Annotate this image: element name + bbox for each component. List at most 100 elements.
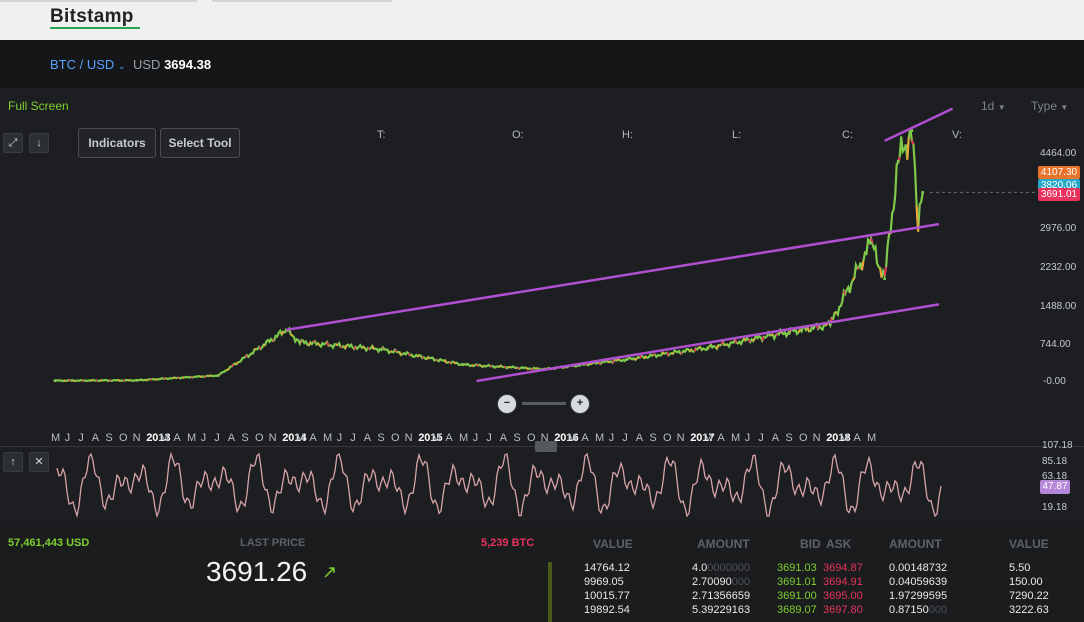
- price-tick: [598, 362, 601, 365]
- time-axis-month: O: [799, 432, 808, 444]
- orderbook-value: 150.00: [1009, 576, 1043, 588]
- price-tick: [480, 364, 484, 368]
- orderbook-value: 3697.80: [823, 604, 863, 616]
- price-tick: [280, 331, 285, 335]
- orderbook-value: 3222.63: [1009, 604, 1049, 616]
- price-tick: [693, 347, 697, 352]
- price-tick: [747, 339, 751, 343]
- time-axis-month: M: [595, 432, 605, 444]
- price-tick: [312, 340, 316, 343]
- orderbook-value: 2.71356659: [692, 590, 751, 602]
- time-axis-month: S: [377, 432, 385, 444]
- price-tick: [362, 345, 366, 349]
- time-axis-month: J: [350, 432, 356, 444]
- orderbook-cell-bid-amount: 5.39229163: [692, 604, 750, 616]
- price-point: [869, 241, 873, 245]
- price-tick: [100, 379, 103, 382]
- orderbook-value: 0.04059639: [889, 576, 948, 588]
- price-point: [53, 379, 57, 383]
- price-point: [135, 378, 139, 382]
- time-axis-month: A: [499, 432, 508, 444]
- price-tick: [417, 354, 420, 358]
- time-axis-month: N: [812, 432, 821, 444]
- price-tick: [498, 364, 502, 368]
- price-tick: [68, 379, 71, 382]
- time-axis-month: J: [744, 432, 751, 444]
- price-point: [921, 190, 925, 194]
- price-point: [787, 330, 791, 334]
- last-price-label: LAST PRICE: [240, 537, 306, 549]
- orderbook-cell-ask: 3694.91: [823, 576, 863, 588]
- price-tick: [307, 341, 312, 346]
- depth-bar: [548, 562, 552, 622]
- price-tick: [842, 290, 847, 295]
- price-tick: [244, 354, 248, 358]
- orderbook-cell-bid: 3689.07: [777, 604, 817, 616]
- price-tick: [734, 339, 738, 344]
- orderbook-value: 1.97299595: [889, 590, 948, 602]
- time-axis-month: O: [663, 432, 672, 444]
- orderbook-cell-ask-amount: 0.87150000: [889, 604, 947, 616]
- price-tick: [471, 364, 475, 367]
- time-axis-month: A: [445, 432, 453, 444]
- price-tick: [118, 379, 121, 382]
- orderbook-header-bid-amount: AMOUNT: [697, 537, 750, 551]
- trend-line[interactable]: [476, 303, 940, 383]
- time-axis-month: M: [431, 432, 441, 444]
- zoom-out-icon[interactable]: −: [497, 394, 517, 414]
- price-tick: [634, 357, 638, 361]
- price-tick: [371, 345, 375, 350]
- time-axis-month: A: [309, 432, 317, 444]
- time-axis-month: J: [214, 432, 220, 444]
- price-tick: [752, 338, 756, 342]
- price-point: [461, 363, 465, 367]
- time-axis-month: A: [717, 432, 725, 444]
- zoom-slider[interactable]: [522, 402, 566, 405]
- time-axis-month: A: [227, 432, 236, 444]
- time-axis-month: A: [635, 432, 644, 444]
- price-tick: [666, 352, 670, 356]
- oscillator-chart[interactable]: [0, 446, 1084, 526]
- time-axis-month: N: [268, 432, 277, 444]
- arrow-up-right-icon: ↗: [322, 562, 338, 582]
- time-axis-month: A: [581, 432, 589, 444]
- time-axis-month: J: [622, 432, 628, 444]
- time-axis-month: J: [472, 432, 479, 444]
- orderbook-cell-ask-value: 7290.22: [1009, 590, 1049, 602]
- trend-line[interactable]: [286, 222, 940, 332]
- orderbook-value: 7290.22: [1009, 590, 1049, 602]
- time-axis-month: O: [119, 432, 128, 444]
- zoom-in-icon[interactable]: +: [570, 394, 590, 414]
- price-tick: [688, 349, 692, 352]
- orderbook-value: 3694.87: [823, 562, 863, 574]
- time-axis-month: N: [132, 432, 141, 444]
- price-tick: [743, 338, 747, 342]
- orderbook-cell-bid-value: 9969.05: [584, 576, 624, 588]
- time-axis-month: A: [853, 432, 861, 444]
- orderbook-header-bid-value: VALUE: [593, 537, 633, 551]
- orderbook-value: 3691.01: [777, 576, 817, 588]
- oscillator-line: [56, 451, 942, 519]
- price-tick: [525, 367, 529, 370]
- price-tick: [317, 342, 321, 346]
- price-tick: [258, 346, 262, 350]
- time-axis-month: S: [105, 432, 113, 444]
- orderbook-cell-bid-amount: 2.70090000: [692, 576, 750, 588]
- price-tick: [335, 343, 338, 346]
- price-tick: [806, 327, 810, 332]
- time-axis-month: J: [78, 432, 84, 444]
- price-point: [624, 358, 628, 362]
- price-tick: [797, 329, 801, 333]
- orderbook-value-padding: 000: [928, 604, 948, 616]
- time-axis-month: M: [295, 432, 305, 444]
- trend-line[interactable]: [884, 107, 954, 142]
- price-tick: [715, 344, 720, 350]
- price-tick: [444, 359, 448, 364]
- orderbook-cell-ask-amount: 0.04059639: [889, 576, 947, 588]
- orderbook-cell-ask-value: 150.00: [1009, 576, 1043, 588]
- price-chart[interactable]: [0, 0, 1084, 440]
- orderbook-cell-ask: 3694.87: [823, 562, 863, 574]
- orderbook-value: 9969.05: [584, 576, 624, 588]
- orderbook-cell-ask-value: 3222.63: [1009, 604, 1049, 616]
- orderbook-header-ask-value: VALUE: [1009, 537, 1049, 551]
